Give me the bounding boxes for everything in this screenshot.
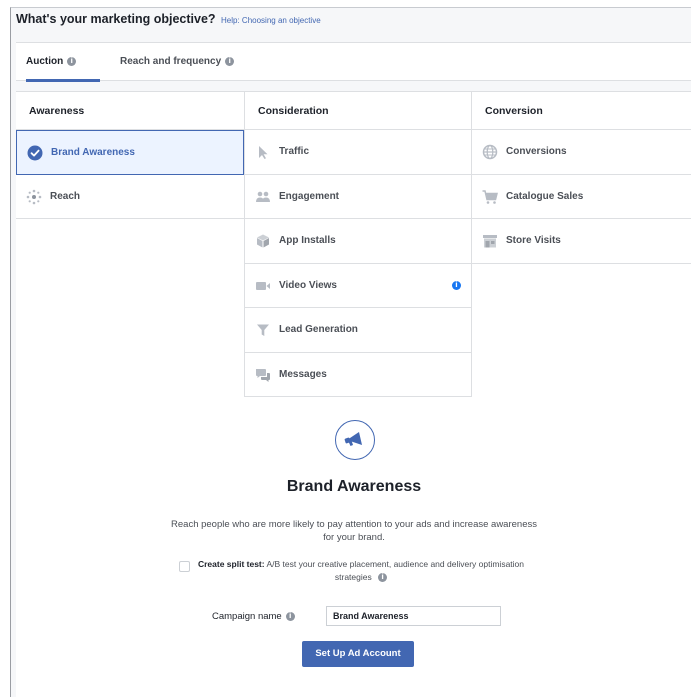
info-icon[interactable]: i <box>67 56 77 66</box>
campaign-name-text: Campaign name <box>212 611 282 622</box>
split-test-label: Create split test: <box>197 559 265 569</box>
consideration-column: Consideration Traffic Engagement App Ins… <box>244 92 472 397</box>
megaphone-icon <box>335 420 375 460</box>
objective-label: Brand Awareness <box>51 147 135 158</box>
objective-panel: Awareness Brand Awareness Reach Consider… <box>16 91 691 697</box>
tab-auction[interactable]: Auction i <box>26 43 100 82</box>
objective-messages[interactable]: Messages <box>245 353 471 397</box>
active-tab-indicator <box>26 79 100 82</box>
page-title: What's your marketing objective? <box>16 12 216 26</box>
objective-video-views[interactable]: Video Views i <box>245 264 471 308</box>
column-heading: Consideration <box>245 92 471 130</box>
objective-conversions[interactable]: Conversions <box>472 130 691 175</box>
cursor-icon <box>255 144 271 160</box>
info-icon[interactable]: i <box>378 573 388 583</box>
split-test-text: Create split test: A/B test your creativ… <box>181 558 541 584</box>
people-icon <box>255 189 271 205</box>
bidding-tabs: Auction i Reach and frequency i <box>16 42 691 82</box>
detail-title: Brand Awareness <box>286 478 422 495</box>
tab-auction-label: Auction <box>26 56 64 67</box>
objective-traffic[interactable]: Traffic <box>245 130 471 175</box>
reach-burst-icon <box>26 189 42 205</box>
video-camera-icon <box>255 278 271 294</box>
column-heading: Awareness <box>16 92 244 130</box>
objective-catalogue-sales[interactable]: Catalogue Sales <box>472 175 691 219</box>
check-circle-icon <box>27 145 43 161</box>
objective-engagement[interactable]: Engagement <box>245 175 471 219</box>
objective-lead-generation[interactable]: Lead Generation <box>245 308 471 353</box>
campaign-name-input[interactable] <box>326 606 501 626</box>
help-link[interactable]: Help: Choosing an objective <box>221 16 321 25</box>
conversion-column: Conversion Conversions Catalogue Sales S… <box>472 92 691 264</box>
objective-label: Messages <box>279 368 327 380</box>
objective-label: Lead Generation <box>279 324 358 335</box>
objective-brand-awareness[interactable]: Brand Awareness <box>16 130 244 175</box>
objective-label: Reach <box>50 190 81 202</box>
shopping-cart-icon <box>482 189 498 205</box>
funnel-icon <box>255 322 271 338</box>
objective-window: What's your marketing objective? Help: C… <box>10 7 691 697</box>
set-up-ad-account-button[interactable]: Set Up Ad Account <box>302 641 414 667</box>
objective-label: Engagement <box>279 190 340 202</box>
store-icon <box>482 233 498 249</box>
objective-reach[interactable]: Reach <box>16 175 244 219</box>
tab-reach-and-frequency[interactable]: Reach and frequency i <box>120 43 235 81</box>
objective-label: Catalogue Sales <box>506 190 584 202</box>
split-test-description: A/B test your creative placement, audien… <box>266 559 525 582</box>
chat-bubbles-icon <box>255 367 271 383</box>
info-icon[interactable]: i <box>225 56 235 66</box>
page-header: What's your marketing objective? Help: C… <box>11 8 691 42</box>
objective-label: Conversions <box>506 146 567 157</box>
objective-label: Traffic <box>279 146 310 157</box>
objective-label: App Installs <box>279 235 336 246</box>
objective-store-visits[interactable]: Store Visits <box>472 219 691 264</box>
info-icon[interactable]: i <box>285 611 295 621</box>
box-icon <box>255 233 271 249</box>
tab-reach-label: Reach and frequency <box>120 56 222 67</box>
detail-description: Reach people who are more likely to pay … <box>171 519 537 543</box>
column-heading: Conversion <box>472 92 691 130</box>
campaign-name-label: Campaign name i <box>212 611 295 622</box>
objective-label: Store Visits <box>506 235 561 246</box>
awareness-column: Awareness Brand Awareness Reach <box>16 92 244 219</box>
objective-app-installs[interactable]: App Installs <box>245 219 471 264</box>
globe-icon <box>482 144 498 160</box>
objective-label: Video Views <box>279 279 337 291</box>
info-icon[interactable]: i <box>452 280 461 290</box>
